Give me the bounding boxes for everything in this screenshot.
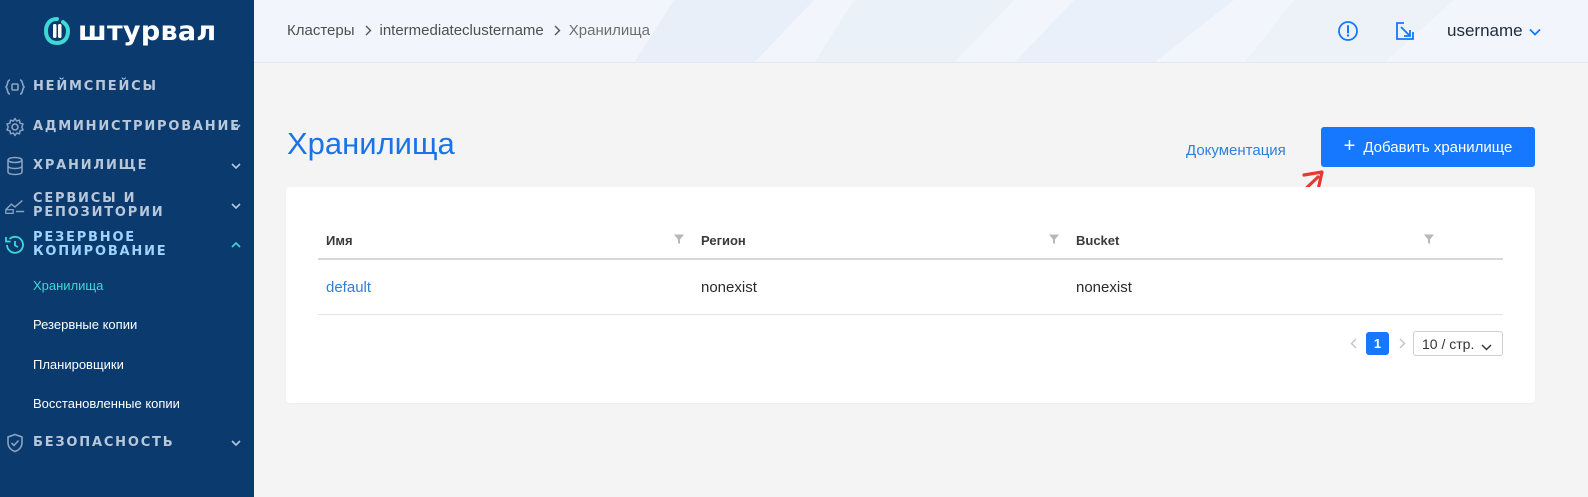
column-header-bucket: Bucket xyxy=(1076,233,1120,248)
database-icon xyxy=(4,155,26,177)
sidebar-item-security[interactable]: БЕЗОПАСНОСТЬ xyxy=(0,423,254,463)
chevron-up-icon xyxy=(229,238,243,252)
add-storage-label: Добавить хранилище xyxy=(1363,138,1513,156)
chevron-down-icon xyxy=(229,436,243,450)
user-menu[interactable]: username xyxy=(1447,21,1541,41)
sidebar-item-label: НЕЙМСПЕЙСЫ xyxy=(33,79,158,94)
sidebar-item-services-repositories[interactable]: СЕРВИСЫ И РЕПОЗИТОРИИ xyxy=(0,186,254,226)
chevron-down-icon xyxy=(1528,21,1541,41)
page-size-select[interactable]: 10 / стр. xyxy=(1413,331,1503,356)
page-size-value: 10 / стр. xyxy=(1422,335,1475,352)
sidebar-item-label: БЕЗОПАСНОСТЬ xyxy=(33,435,175,450)
sidebar-subitem-restored-copies[interactable]: Восстановленные копии xyxy=(33,396,180,411)
chevron-down-icon xyxy=(229,199,243,213)
page-number-current[interactable]: 1 xyxy=(1366,331,1389,355)
chevron-right-icon xyxy=(554,25,561,36)
filter-icon[interactable] xyxy=(1423,233,1435,245)
breadcrumb: Кластеры intermediateclustername Хранили… xyxy=(287,22,650,39)
next-page-icon[interactable] xyxy=(1395,336,1409,350)
sidebar-item-namespaces[interactable]: НЕЙМСПЕЙСЫ xyxy=(0,67,254,107)
sidebar-item-label: АДМИНИСТРИРОВАНИЕ xyxy=(33,119,241,134)
sidebar-item-label: РЕЗЕРВНОЕ КОПИРОВАНИЕ xyxy=(33,230,168,259)
alert-info-icon[interactable] xyxy=(1337,20,1359,42)
page-title: Хранилища xyxy=(287,126,455,161)
shield-icon xyxy=(4,432,26,454)
filter-icon[interactable] xyxy=(673,233,685,245)
chevron-down-icon xyxy=(229,159,243,173)
breadcrumb-cluster-name[interactable]: intermediateclustername xyxy=(380,22,544,39)
sidebar-item-label: ХРАНИЛИЩЕ xyxy=(33,158,149,173)
namespaces-icon xyxy=(4,76,26,98)
logo[interactable]: штурвал xyxy=(44,14,216,48)
storages-table: Имя Регион Bucket default nonexist nonex… xyxy=(318,221,1503,315)
backup-history-icon xyxy=(4,234,26,256)
sidebar-item-administration[interactable]: АДМИНИСТРИРОВАНИЕ xyxy=(0,107,254,147)
top-header: Кластеры intermediateclustername Хранили… xyxy=(254,0,1588,63)
breadcrumb-clusters[interactable]: Кластеры xyxy=(287,22,355,39)
sidebar-subitem-backups[interactable]: Резервные копии xyxy=(33,317,137,332)
sidebar-item-label: СЕРВИСЫ И РЕПОЗИТОРИИ xyxy=(33,191,165,220)
prev-page-icon[interactable] xyxy=(1346,336,1360,350)
storage-bucket: nonexist xyxy=(1076,279,1132,296)
services-icon xyxy=(4,195,26,217)
storage-region: nonexist xyxy=(701,279,757,296)
table-header: Имя Регион Bucket xyxy=(318,221,1503,260)
pagination: 1 xyxy=(1346,331,1409,355)
storage-name-link[interactable]: default xyxy=(326,279,371,296)
logo-text: штурвал xyxy=(78,15,217,47)
sidebar-subitem-storages[interactable]: Хранилища xyxy=(33,278,103,293)
sidebar-item-backup[interactable]: РЕЗЕРВНОЕ КОПИРОВАНИЕ xyxy=(0,225,254,265)
chevron-right-icon xyxy=(365,25,372,36)
chevron-down-icon xyxy=(1481,338,1492,354)
chevron-down-icon xyxy=(229,120,243,134)
documentation-link[interactable]: Документация xyxy=(1186,142,1286,159)
add-storage-button[interactable]: + Добавить хранилище xyxy=(1321,127,1535,167)
gear-icon xyxy=(4,116,26,138)
storages-table-card: Имя Регион Bucket default nonexist nonex… xyxy=(286,187,1535,403)
column-header-name: Имя xyxy=(326,233,353,248)
plus-icon: + xyxy=(1343,135,1356,157)
table-row: default nonexist nonexist xyxy=(318,260,1503,315)
column-header-region: Регион xyxy=(701,233,746,248)
filter-icon[interactable] xyxy=(1048,233,1060,245)
sidebar-subitem-schedulers[interactable]: Планировщики xyxy=(33,357,124,372)
breadcrumb-current: Хранилища xyxy=(568,22,650,39)
expand-arrow-icon[interactable] xyxy=(1394,20,1416,42)
logo-icon xyxy=(44,17,70,45)
sidebar: штурвал НЕЙМСПЕЙСЫ АДМИНИСТРИРОВАНИЕ ХРА… xyxy=(0,0,254,497)
sidebar-item-storage[interactable]: ХРАНИЛИЩЕ xyxy=(0,146,254,186)
username-label: username xyxy=(1447,21,1523,40)
